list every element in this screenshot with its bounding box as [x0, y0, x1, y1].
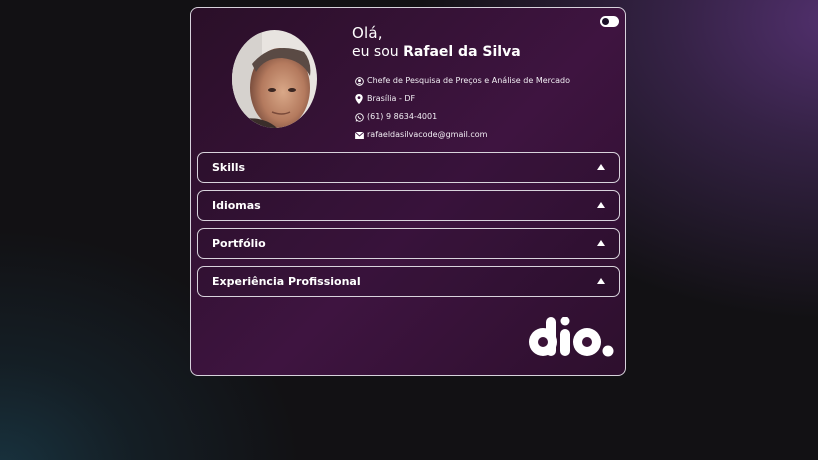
- avatar: [232, 30, 317, 128]
- user-circle-icon: [355, 76, 367, 86]
- profile-card: Olá, eu sou Rafael da Silva Chefe de Pes…: [190, 7, 626, 376]
- profile-name: Rafael da Silva: [403, 44, 521, 60]
- greeting-block: Olá, eu sou Rafael da Silva: [352, 24, 521, 62]
- accordion-label: Experiência Profissional: [212, 275, 361, 288]
- greeting-text: Olá,: [352, 24, 383, 42]
- accordion-portfolio[interactable]: Portfólio: [197, 228, 620, 259]
- map-pin-icon: [355, 94, 367, 104]
- triangle-up-icon: [597, 202, 605, 208]
- email-link[interactable]: rafaeldasilvacode@gmail.com: [367, 130, 487, 139]
- intro-text: eu sou: [352, 44, 399, 60]
- location: Brasília - DF: [367, 94, 416, 103]
- triangle-up-icon: [597, 240, 605, 246]
- toggle-knob: [602, 18, 609, 25]
- accordion-label: Portfólio: [212, 237, 266, 250]
- accordion-skills[interactable]: Skills: [197, 152, 620, 183]
- info-location: Brasília - DF: [355, 93, 415, 106]
- info-job: Chefe de Pesquisa de Preços e Análise de…: [355, 75, 570, 88]
- triangle-up-icon: [597, 278, 605, 284]
- accordion-label: Idiomas: [212, 199, 261, 212]
- intro-line: eu sou Rafael da Silva: [352, 42, 521, 62]
- theme-toggle[interactable]: [600, 16, 619, 27]
- whatsapp-icon: [355, 112, 367, 122]
- info-email: rafaeldasilvacode@gmail.com: [355, 129, 487, 142]
- job-title: Chefe de Pesquisa de Preços e Análise de…: [367, 76, 571, 85]
- accordion-experiencia[interactable]: Experiência Profissional: [197, 266, 620, 297]
- phone-number[interactable]: (61) 9 8634-4001: [367, 112, 437, 121]
- envelope-icon: [355, 131, 367, 139]
- triangle-up-icon: [597, 164, 605, 170]
- accordion-idiomas[interactable]: Idiomas: [197, 190, 620, 221]
- info-phone: (61) 9 8634-4001: [355, 111, 437, 124]
- dio-logo: [528, 316, 614, 361]
- accordion-label: Skills: [212, 161, 246, 174]
